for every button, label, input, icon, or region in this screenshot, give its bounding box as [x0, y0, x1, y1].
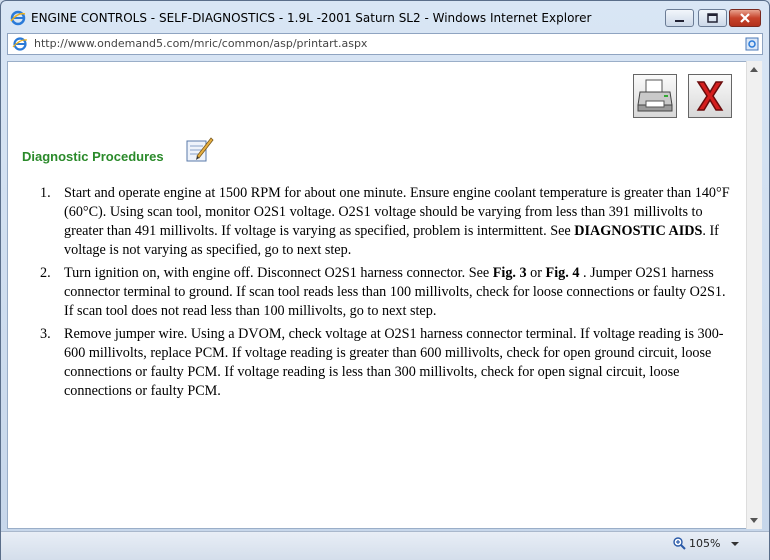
close-page-button[interactable] [688, 74, 732, 118]
step-link-diagnostic-aids: DIAGNOSTIC AIDS [574, 223, 703, 239]
step-text: or [526, 265, 546, 281]
list-item: 3. Remove jumper wire. Using a DVOM, che… [22, 325, 734, 401]
zoom-magnifier-icon[interactable] [673, 537, 686, 550]
page-content: Diagnostic Procedures 1. Start and opera… [7, 61, 747, 529]
window-close-button[interactable] [729, 9, 761, 27]
notepad-edit-icon [186, 137, 214, 162]
minimize-button[interactable] [665, 9, 694, 27]
chevron-down-icon[interactable] [731, 542, 739, 546]
minimize-icon [675, 20, 684, 22]
maximize-icon [707, 13, 718, 23]
figure-reference: Fig. 4 [545, 265, 580, 281]
internet-explorer-icon [10, 10, 26, 26]
step-number: 1. [40, 185, 51, 201]
url-text: http://www.ondemand5.com/mric/common/asp… [34, 37, 368, 50]
list-item: 2. Turn ignition on, with engine off. Di… [22, 264, 734, 321]
list-item: 1. Start and operate engine at 1500 RPM … [22, 184, 734, 260]
status-bar: 105% [1, 531, 769, 560]
zoom-level[interactable]: 105% [689, 537, 720, 550]
page-favicon-icon [12, 37, 28, 51]
step-number: 3. [40, 326, 51, 342]
scroll-up-arrow-icon[interactable] [750, 67, 758, 72]
print-button[interactable] [633, 74, 677, 118]
figure-reference: Fig. 3 [492, 265, 527, 281]
section-heading: Diagnostic Procedures [22, 149, 164, 164]
close-icon [740, 13, 750, 23]
title-bar: ENGINE CONTROLS - SELF-DIAGNOSTICS - 1.9… [1, 1, 769, 31]
page-document-icon[interactable] [745, 37, 759, 51]
printer-icon [637, 79, 673, 112]
red-x-close-icon [696, 81, 724, 111]
step-text: Turn ignition on, with engine off. Disco… [64, 265, 493, 281]
window-title: ENGINE CONTROLS - SELF-DIAGNOSTICS - 1.9… [31, 11, 592, 25]
procedure-steps-list: 1. Start and operate engine at 1500 RPM … [22, 184, 734, 405]
step-text: Remove jumper wire. Using a DVOM, check … [64, 326, 724, 399]
scroll-down-arrow-icon[interactable] [750, 518, 758, 523]
maximize-button[interactable] [698, 9, 727, 27]
address-bar[interactable]: http://www.ondemand5.com/mric/common/asp… [7, 33, 763, 55]
browser-window: ENGINE CONTROLS - SELF-DIAGNOSTICS - 1.9… [0, 0, 770, 560]
step-number: 2. [40, 265, 51, 281]
vertical-scrollbar[interactable] [746, 61, 762, 529]
